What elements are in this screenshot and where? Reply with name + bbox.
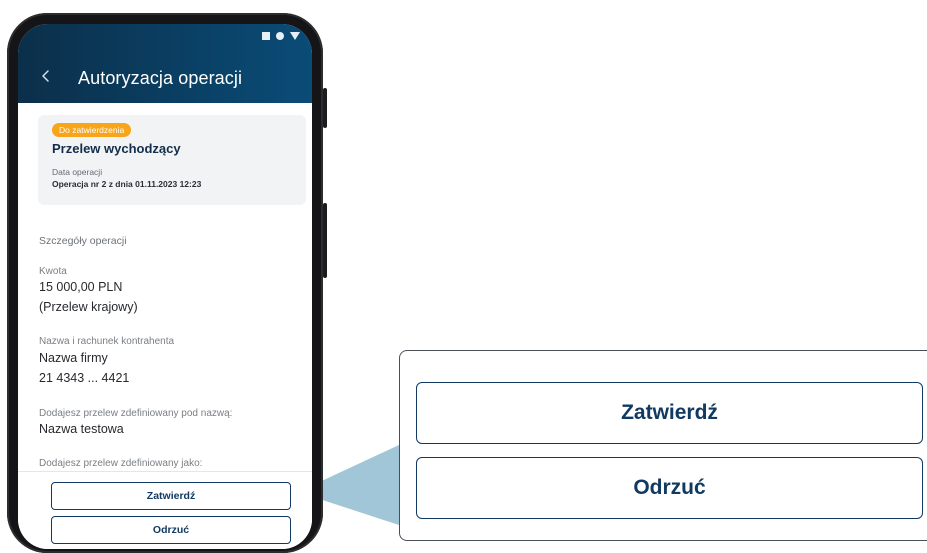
app-header: Autoryzacja operacji (18, 24, 312, 103)
phone-side-button-bottom (323, 203, 327, 278)
operation-date-value: Operacja nr 2 z dnia 01.11.2023 12:23 (52, 179, 202, 189)
chevron-left-icon[interactable] (38, 68, 54, 84)
reject-button[interactable]: Odrzuć (51, 516, 291, 544)
details-section-title: Szczegóły operacji (39, 235, 127, 247)
operation-summary-card: Do zatwierdzenia Przelew wychodzący Data… (38, 115, 306, 205)
counterparty-label: Nazwa i rachunek kontrahenta (39, 336, 175, 347)
phone-frame: Autoryzacja operacji Do zatwierdzenia Pr… (7, 13, 327, 553)
defined-as-label: Dodajesz przelew zdefiniowany jako: (39, 458, 203, 469)
operation-date-label: Data operacji (52, 167, 103, 177)
counterparty-account: 21 4343 ... 4421 (39, 371, 130, 385)
amount-type: (Przelew krajowy) (39, 300, 138, 314)
counterparty-name: Nazwa firmy (39, 351, 108, 365)
page-title: Autoryzacja operacji (78, 68, 243, 88)
callout-reject-button[interactable]: Odrzuć (416, 457, 923, 519)
defined-name-value: Nazwa testowa (39, 422, 124, 436)
triangle-icon (290, 32, 300, 40)
square-icon (262, 32, 270, 40)
callout-confirm-button[interactable]: Zatwierdź (416, 382, 923, 444)
amount-label: Kwota (39, 266, 67, 277)
defined-name-label: Dodajesz przelew zdefiniowany pod nazwą: (39, 408, 233, 419)
status-badge: Do zatwierdzenia (52, 123, 132, 137)
phone-screen: Autoryzacja operacji Do zatwierdzenia Pr… (18, 24, 312, 549)
action-bar: Zatwierdź Odrzuć (18, 471, 312, 549)
confirm-button[interactable]: Zatwierdź (51, 482, 291, 510)
phone-side-button-top (323, 88, 327, 128)
dot-icon (276, 32, 284, 40)
status-bar (262, 32, 300, 40)
amount-value: 15 000,00 PLN (39, 280, 123, 294)
operation-title: Przelew wychodzący (52, 141, 181, 156)
zoom-callout: Zatwierdź Odrzuć (399, 350, 927, 541)
